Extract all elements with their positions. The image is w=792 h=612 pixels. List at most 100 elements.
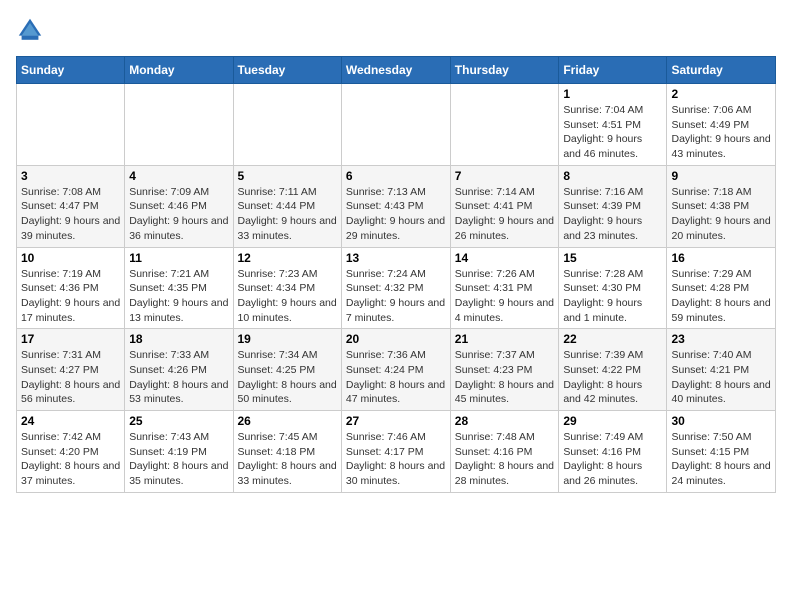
calendar-cell: 13 Sunrise: 7:24 AMSunset: 4:32 PMDayligh… bbox=[341, 247, 450, 329]
day-number: 10 bbox=[21, 251, 120, 265]
calendar-cell: 1Sunrise: 7:04 AMSunset: 4:51 PMDaylight… bbox=[559, 84, 667, 166]
day-number: 17 bbox=[21, 332, 120, 346]
day-info: Sunrise: 7:21 AMSunset: 4:35 PMDaylight:… bbox=[129, 267, 228, 326]
day-info: Sunrise: 7:16 AMSunset: 4:39 PMDaylight:… bbox=[563, 185, 662, 244]
calendar-cell: 28Sunrise: 7:48 AMSunset: 4:16 PMDayligh… bbox=[450, 411, 559, 493]
calendar-cell: 2Sunrise: 7:06 AMSunset: 4:49 PMDaylight… bbox=[667, 84, 776, 166]
logo bbox=[16, 16, 48, 44]
calendar-cell: 24 Sunrise: 7:42 AMSunset: 4:20 PMDayligh… bbox=[17, 411, 125, 493]
day-number: 13 bbox=[346, 251, 446, 265]
calendar-cell bbox=[125, 84, 233, 166]
day-info: Sunrise: 7:50 AMSunset: 4:15 PMDaylight:… bbox=[671, 430, 771, 489]
day-info: Sunrise: 7:18 AMSunset: 4:38 PMDaylight:… bbox=[671, 185, 771, 244]
day-number: 23 bbox=[671, 332, 771, 346]
day-info: Sunrise: 7:37 AMSunset: 4:23 PMDaylight:… bbox=[455, 348, 555, 407]
day-info: Sunrise: 7:42 AMSunset: 4:20 PMDaylight:… bbox=[21, 430, 120, 489]
day-info: Sunrise: 7:29 AMSunset: 4:28 PMDaylight:… bbox=[671, 267, 771, 326]
day-info: Sunrise: 7:39 AMSunset: 4:22 PMDaylight:… bbox=[563, 348, 662, 407]
calendar-cell: 18 Sunrise: 7:33 AMSunset: 4:26 PMDayligh… bbox=[125, 329, 233, 411]
day-info: Sunrise: 7:46 AMSunset: 4:17 PMDaylight:… bbox=[346, 430, 446, 489]
calendar-cell bbox=[17, 84, 125, 166]
day-number: 7 bbox=[455, 169, 555, 183]
calendar-cell: 3 Sunrise: 7:08 AMSunset: 4:47 PMDaylight… bbox=[17, 165, 125, 247]
calendar-cell: 16Sunrise: 7:29 AMSunset: 4:28 PMDayligh… bbox=[667, 247, 776, 329]
calendar-cell: 15Sunrise: 7:28 AMSunset: 4:30 PMDayligh… bbox=[559, 247, 667, 329]
calendar-body: 1Sunrise: 7:04 AMSunset: 4:51 PMDaylight… bbox=[17, 84, 776, 493]
calendar-cell: 12 Sunrise: 7:23 AMSunset: 4:34 PMDayligh… bbox=[233, 247, 341, 329]
column-header-tuesday: Tuesday bbox=[233, 57, 341, 84]
day-number: 27 bbox=[346, 414, 446, 428]
day-info: Sunrise: 7:33 AMSunset: 4:26 PMDaylight:… bbox=[129, 348, 228, 407]
day-info: Sunrise: 7:19 AMSunset: 4:36 PMDaylight:… bbox=[21, 267, 120, 326]
day-number: 24 bbox=[21, 414, 120, 428]
column-header-sunday: Sunday bbox=[17, 57, 125, 84]
day-number: 11 bbox=[129, 251, 228, 265]
day-number: 3 bbox=[21, 169, 120, 183]
week-row-2: 3 Sunrise: 7:08 AMSunset: 4:47 PMDaylight… bbox=[17, 165, 776, 247]
day-number: 12 bbox=[238, 251, 337, 265]
day-info: Sunrise: 7:24 AMSunset: 4:32 PMDaylight:… bbox=[346, 267, 446, 326]
day-info: Sunrise: 7:43 AMSunset: 4:19 PMDaylight:… bbox=[129, 430, 228, 489]
day-info: Sunrise: 7:08 AMSunset: 4:47 PMDaylight:… bbox=[21, 185, 120, 244]
day-info: Sunrise: 7:48 AMSunset: 4:16 PMDaylight:… bbox=[455, 430, 555, 489]
day-number: 25 bbox=[129, 414, 228, 428]
day-number: 15 bbox=[563, 251, 662, 265]
calendar-cell: 4 Sunrise: 7:09 AMSunset: 4:46 PMDaylight… bbox=[125, 165, 233, 247]
day-number: 1 bbox=[563, 87, 662, 101]
calendar-cell: 23 Sunrise: 7:40 AMSunset: 4:21 PMDayligh… bbox=[667, 329, 776, 411]
day-number: 19 bbox=[238, 332, 337, 346]
day-number: 9 bbox=[671, 169, 771, 183]
day-number: 5 bbox=[238, 169, 337, 183]
column-header-thursday: Thursday bbox=[450, 57, 559, 84]
calendar-cell: 14Sunrise: 7:26 AMSunset: 4:31 PMDayligh… bbox=[450, 247, 559, 329]
day-number: 4 bbox=[129, 169, 228, 183]
day-info: Sunrise: 7:13 AMSunset: 4:43 PMDaylight:… bbox=[346, 185, 446, 244]
day-number: 22 bbox=[563, 332, 662, 346]
day-number: 26 bbox=[238, 414, 337, 428]
calendar-cell: 29Sunrise: 7:49 AMSunset: 4:16 PMDayligh… bbox=[559, 411, 667, 493]
calendar-cell: 26 Sunrise: 7:45 AMSunset: 4:18 PMDayligh… bbox=[233, 411, 341, 493]
day-info: Sunrise: 7:26 AMSunset: 4:31 PMDaylight:… bbox=[455, 267, 555, 326]
calendar-cell: 10 Sunrise: 7:19 AMSunset: 4:36 PMDayligh… bbox=[17, 247, 125, 329]
calendar-cell: 30 Sunrise: 7:50 AMSunset: 4:15 PMDayligh… bbox=[667, 411, 776, 493]
calendar-cell bbox=[450, 84, 559, 166]
day-number: 21 bbox=[455, 332, 555, 346]
calendar-cell: 20 Sunrise: 7:36 AMSunset: 4:24 PMDayligh… bbox=[341, 329, 450, 411]
calendar-cell: 6 Sunrise: 7:13 AMSunset: 4:43 PMDaylight… bbox=[341, 165, 450, 247]
column-header-friday: Friday bbox=[559, 57, 667, 84]
column-header-wednesday: Wednesday bbox=[341, 57, 450, 84]
day-info: Sunrise: 7:09 AMSunset: 4:46 PMDaylight:… bbox=[129, 185, 228, 244]
calendar-cell: 11 Sunrise: 7:21 AMSunset: 4:35 PMDayligh… bbox=[125, 247, 233, 329]
calendar-header: SundayMondayTuesdayWednesdayThursdayFrid… bbox=[17, 57, 776, 84]
day-info: Sunrise: 7:31 AMSunset: 4:27 PMDaylight:… bbox=[21, 348, 120, 407]
day-number: 18 bbox=[129, 332, 228, 346]
calendar-table: SundayMondayTuesdayWednesdayThursdayFrid… bbox=[16, 56, 776, 493]
day-info: Sunrise: 7:45 AMSunset: 4:18 PMDaylight:… bbox=[238, 430, 337, 489]
logo-icon bbox=[16, 16, 44, 44]
day-info: Sunrise: 7:11 AMSunset: 4:44 PMDaylight:… bbox=[238, 185, 337, 244]
column-header-saturday: Saturday bbox=[667, 57, 776, 84]
calendar-cell: 9 Sunrise: 7:18 AMSunset: 4:38 PMDaylight… bbox=[667, 165, 776, 247]
page-header bbox=[16, 16, 776, 44]
week-row-5: 24 Sunrise: 7:42 AMSunset: 4:20 PMDayligh… bbox=[17, 411, 776, 493]
column-header-monday: Monday bbox=[125, 57, 233, 84]
calendar-cell: 21 Sunrise: 7:37 AMSunset: 4:23 PMDayligh… bbox=[450, 329, 559, 411]
day-info: Sunrise: 7:14 AMSunset: 4:41 PMDaylight:… bbox=[455, 185, 555, 244]
calendar-cell: 27 Sunrise: 7:46 AMSunset: 4:17 PMDayligh… bbox=[341, 411, 450, 493]
week-row-4: 17 Sunrise: 7:31 AMSunset: 4:27 PMDayligh… bbox=[17, 329, 776, 411]
week-row-3: 10 Sunrise: 7:19 AMSunset: 4:36 PMDayligh… bbox=[17, 247, 776, 329]
calendar-cell: 7 Sunrise: 7:14 AMSunset: 4:41 PMDaylight… bbox=[450, 165, 559, 247]
calendar-cell: 5 Sunrise: 7:11 AMSunset: 4:44 PMDaylight… bbox=[233, 165, 341, 247]
week-row-1: 1Sunrise: 7:04 AMSunset: 4:51 PMDaylight… bbox=[17, 84, 776, 166]
day-info: Sunrise: 7:36 AMSunset: 4:24 PMDaylight:… bbox=[346, 348, 446, 407]
day-number: 8 bbox=[563, 169, 662, 183]
calendar-cell: 17 Sunrise: 7:31 AMSunset: 4:27 PMDayligh… bbox=[17, 329, 125, 411]
calendar-cell bbox=[341, 84, 450, 166]
day-number: 30 bbox=[671, 414, 771, 428]
day-number: 6 bbox=[346, 169, 446, 183]
day-info: Sunrise: 7:49 AMSunset: 4:16 PMDaylight:… bbox=[563, 430, 662, 489]
day-info: Sunrise: 7:23 AMSunset: 4:34 PMDaylight:… bbox=[238, 267, 337, 326]
day-info: Sunrise: 7:40 AMSunset: 4:21 PMDaylight:… bbox=[671, 348, 771, 407]
calendar-cell: 8 Sunrise: 7:16 AMSunset: 4:39 PMDaylight… bbox=[559, 165, 667, 247]
day-number: 20 bbox=[346, 332, 446, 346]
